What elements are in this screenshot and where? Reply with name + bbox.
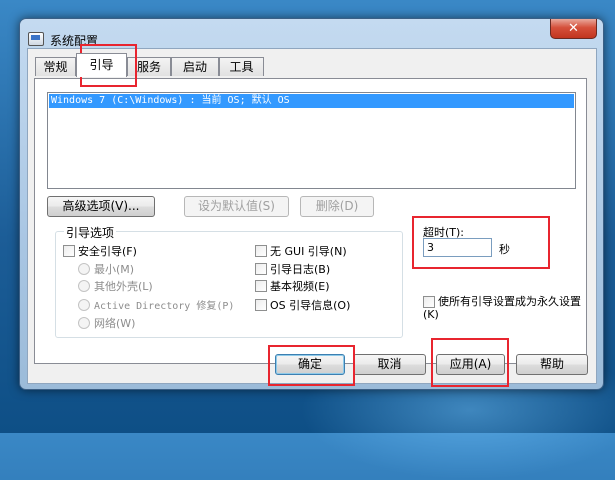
os-list-item[interactable]: Windows 7 (C:\Windows) : 当前 OS; 默认 OS (49, 94, 574, 108)
delete-button[interactable]: 删除(D) (300, 196, 374, 217)
set-default-button[interactable]: 设为默认值(S) (184, 196, 289, 217)
checkbox-box[interactable] (63, 245, 75, 257)
os-list[interactable]: Windows 7 (C:\Windows) : 当前 OS; 默认 OS (47, 92, 576, 189)
checkbox-box[interactable] (255, 263, 267, 275)
highlight-box-timeout (412, 216, 550, 269)
cancel-button[interactable]: 取消 (353, 354, 426, 375)
tab-startup[interactable]: 启动 (171, 57, 219, 76)
os-boot-info-checkbox[interactable]: OS 引导信息(O) (255, 299, 350, 313)
help-button[interactable]: 帮助 (516, 354, 588, 375)
checkbox-box[interactable] (255, 280, 267, 292)
radio-circle[interactable] (78, 280, 90, 292)
boot-options-title: 引导选项 (64, 224, 117, 241)
highlight-box-apply (431, 338, 509, 387)
base-video-checkbox[interactable]: 基本视频(E) (255, 280, 330, 294)
highlight-box-ok (268, 345, 355, 386)
checkbox-box[interactable] (255, 245, 267, 257)
advanced-options-button[interactable]: 高级选项(V)... (47, 196, 155, 217)
tab-tools[interactable]: 工具 (219, 57, 264, 76)
msconfig-app-icon (28, 32, 44, 46)
no-gui-boot-checkbox[interactable]: 无 GUI 引导(N) (255, 245, 347, 259)
close-button[interactable]: ✕ (550, 19, 597, 39)
safe-boot-checkbox[interactable]: 安全引导(F) (63, 245, 137, 259)
boot-log-checkbox[interactable]: 引导日志(B) (255, 263, 330, 277)
radio-circle[interactable] (78, 299, 90, 311)
ad-repair-radio[interactable]: Active Directory 修复(P) (78, 299, 234, 314)
tab-boot[interactable]: 引导 (76, 53, 127, 77)
checkbox-box[interactable] (255, 299, 267, 311)
make-permanent-checkbox[interactable]: 使所有引导设置成为永久设置(K) (423, 295, 583, 321)
radio-circle[interactable] (78, 263, 90, 275)
alternate-shell-radio[interactable]: 其他外壳(L) (78, 280, 153, 294)
tab-general[interactable]: 常规 (35, 57, 76, 76)
network-radio[interactable]: 网络(W) (78, 317, 135, 331)
minimal-radio[interactable]: 最小(M) (78, 263, 134, 277)
radio-circle[interactable] (78, 317, 90, 329)
checkbox-box[interactable] (423, 296, 435, 308)
